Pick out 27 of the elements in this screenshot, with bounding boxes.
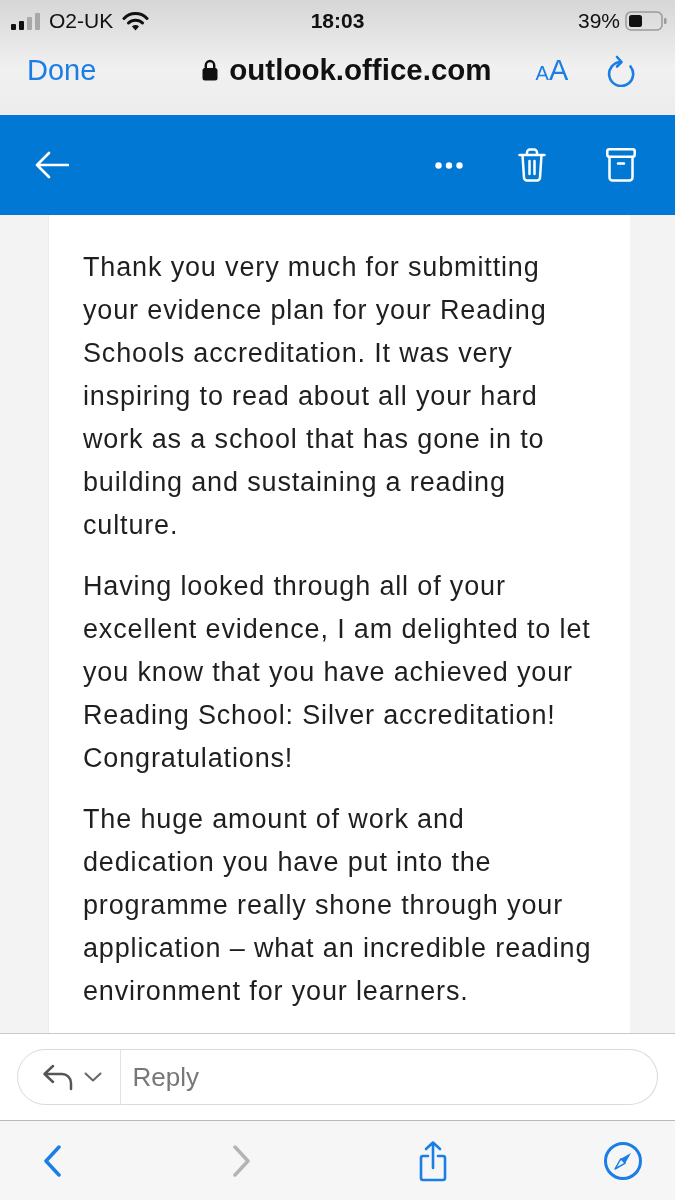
page-address: outlook.office.com [229,53,492,87]
battery-percent: 39% [577,9,620,33]
chevron-left-icon [43,1145,61,1177]
email-paragraph: Thank you very much for submitting your evidence plan for your Reading Schools accreditation. It was very inspiring to read about all your hard work as a school that has gone in to building and sustaining a reading culture. [83,251,548,542]
chevron-right-icon [233,1145,252,1177]
reply-options-button[interactable] [17,1049,121,1105]
lock-icon [202,59,219,81]
trash-icon [518,148,546,182]
clock-time: 18:03 [310,9,365,33]
reload-button[interactable] [606,53,637,87]
arrow-left-icon [35,151,69,179]
text-size-button[interactable]: AA [535,53,569,87]
reply-field[interactable]: Reply [119,1049,658,1105]
done-button[interactable]: Done [27,53,97,87]
email-paragraph: Having looked through all of your excellent evidence, I am delighted to let you know that you have achieved your Reading School: Silver accreditation! Congratulations! [83,570,592,775]
reload-icon [606,53,637,87]
signal-icon [11,12,40,30]
carrier-name: O2-UK [49,9,114,33]
email-paragraph: The huge amount of work and dedication you have put into the programme really shone through your application – what an incredible reading environment for your learners. [83,803,593,1008]
chevron-down-icon [84,1072,102,1082]
battery-icon [625,11,667,31]
compass-icon [603,1141,643,1181]
reply-arrow-icon [42,1063,74,1091]
wifi-icon [122,11,150,31]
more-icon [435,161,463,169]
archive-box-icon [606,148,636,182]
share-icon [417,1140,448,1182]
